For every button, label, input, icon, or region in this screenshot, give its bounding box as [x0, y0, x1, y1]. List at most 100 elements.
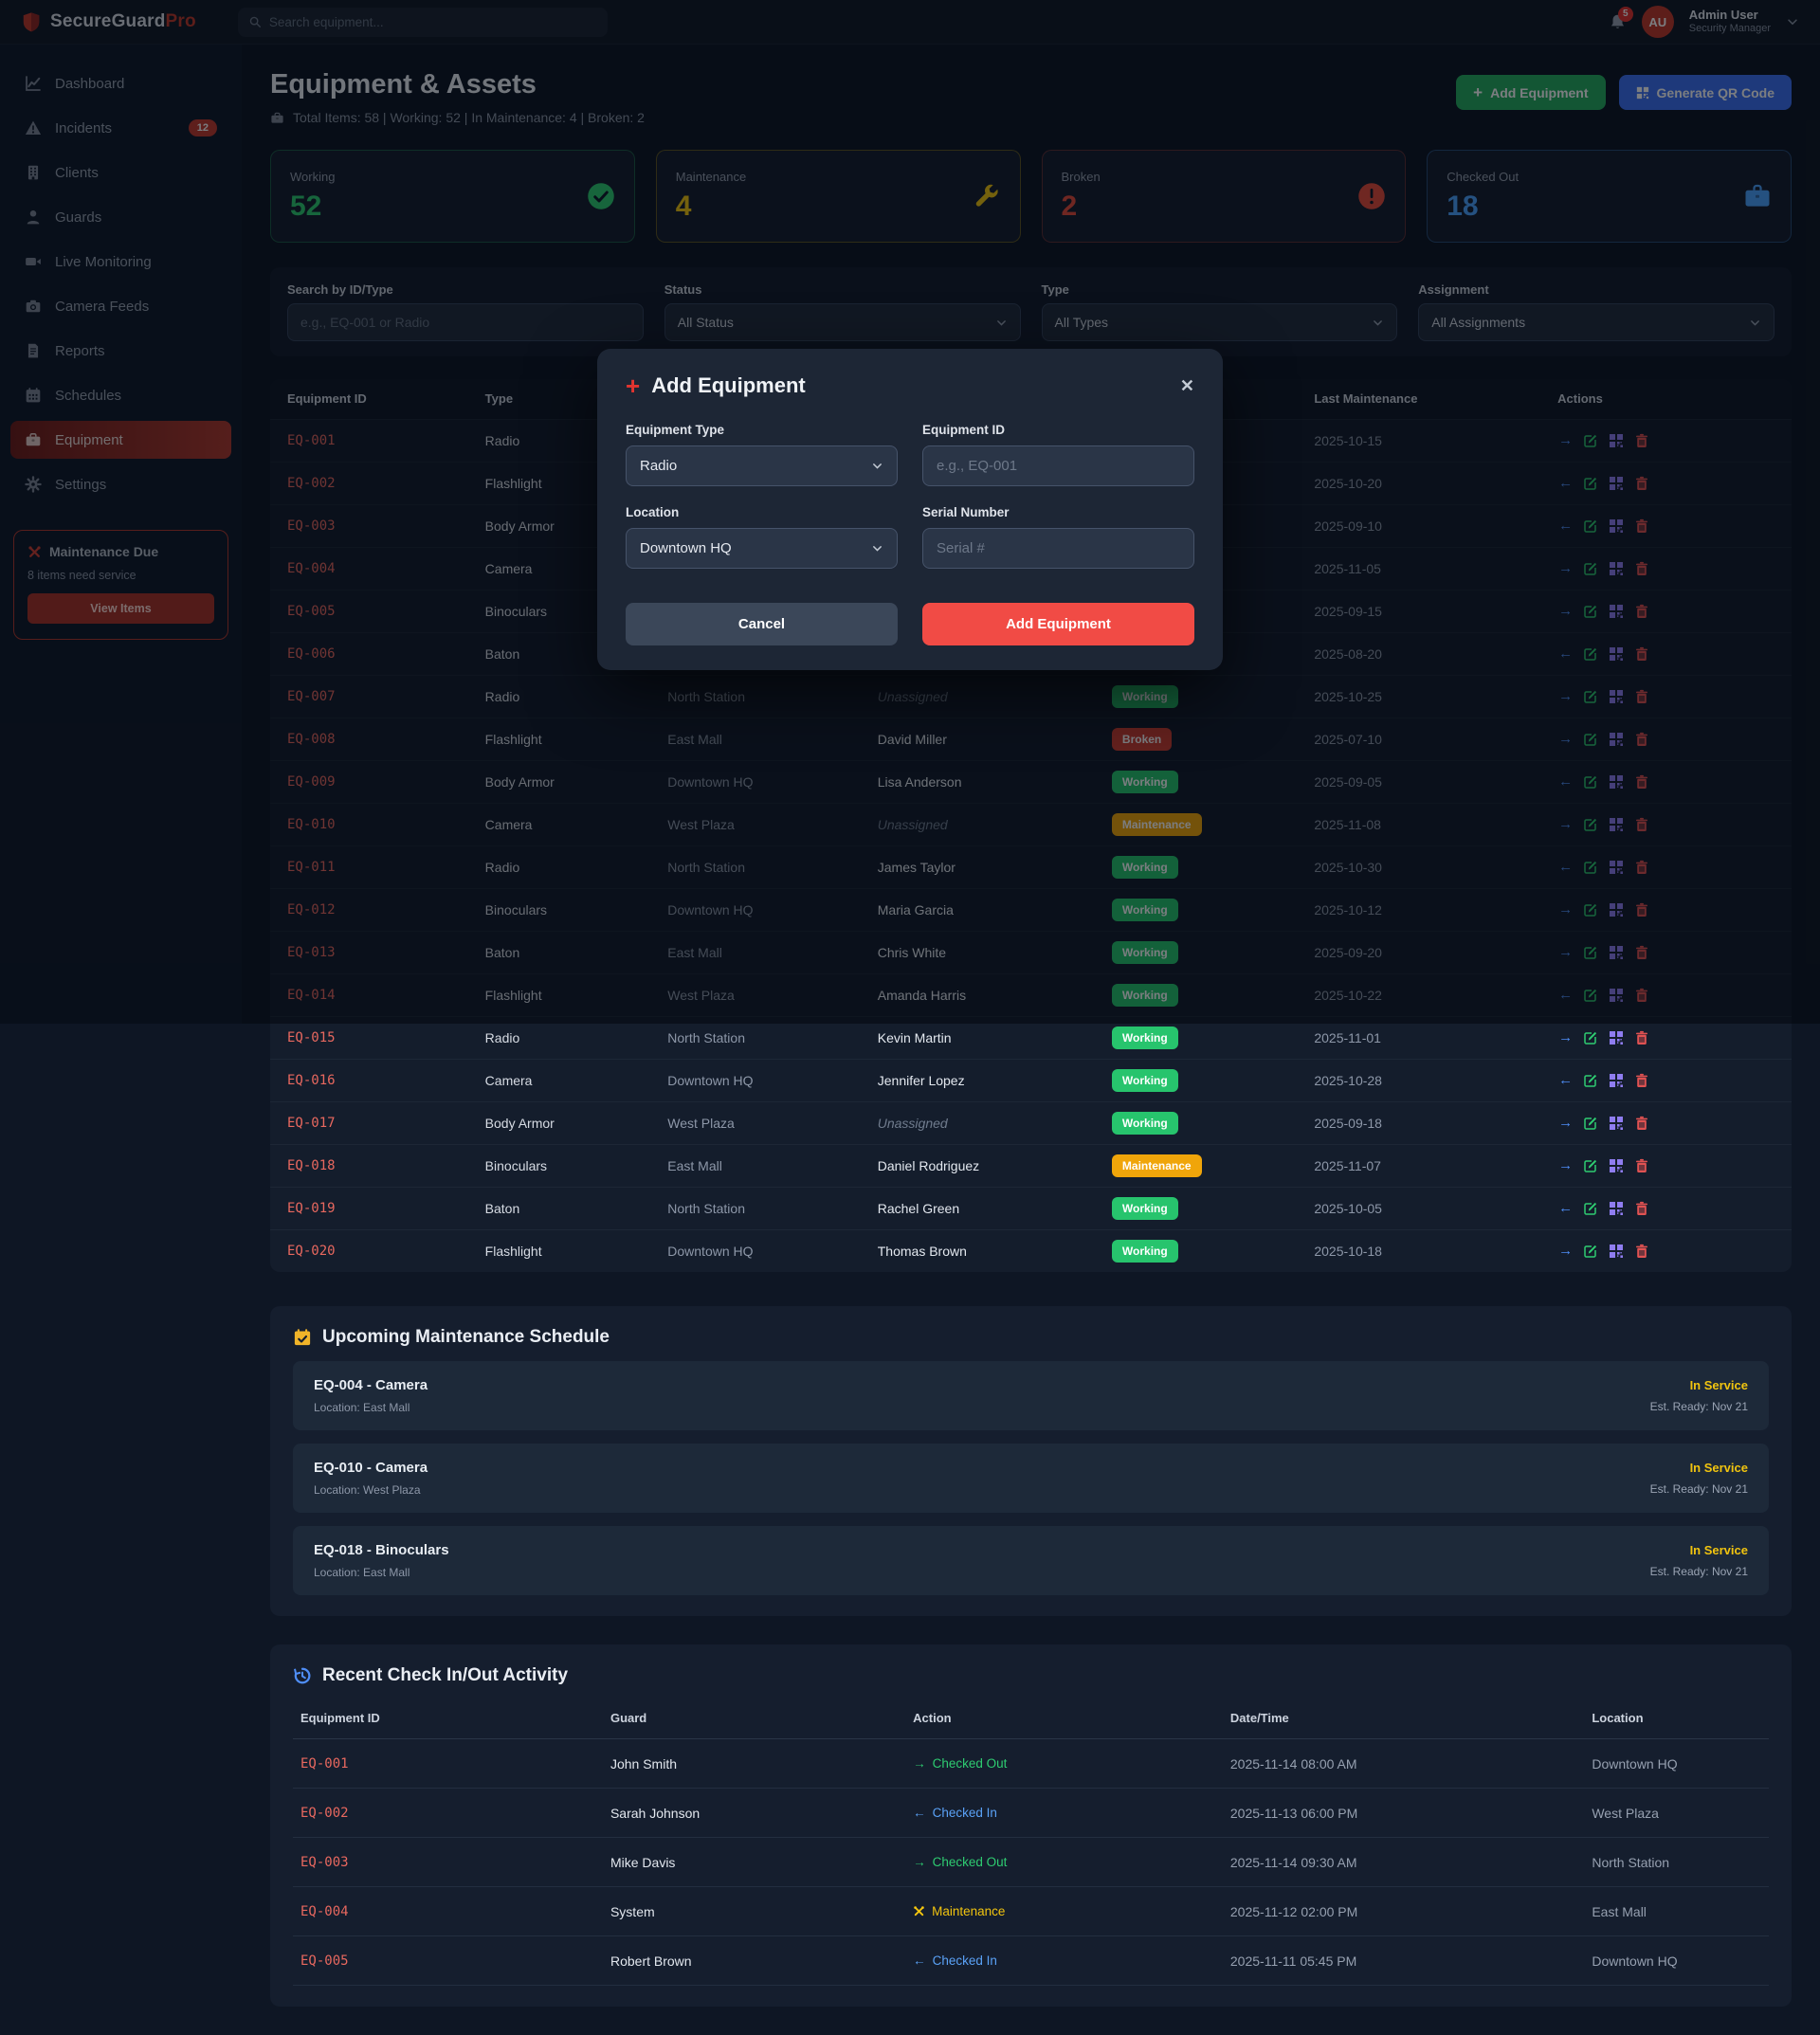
action-cell: ←Checked In [905, 1789, 1223, 1838]
status-cell: Working [1102, 1229, 1304, 1272]
serial-number-input[interactable] [922, 528, 1194, 569]
row-actions: → [1557, 1028, 1782, 1046]
trash-icon[interactable] [1633, 1115, 1650, 1132]
row-actions: → [1557, 1242, 1782, 1260]
activity-row[interactable]: EQ-001John Smith→Checked Out2025-11-14 0… [293, 1739, 1769, 1789]
trash-icon[interactable] [1633, 1157, 1650, 1174]
actions-cell: ← [1548, 1059, 1792, 1101]
activity-datetime: 2025-11-14 08:00 AM [1223, 1739, 1584, 1789]
activity-datetime: 2025-11-14 09:30 AM [1223, 1838, 1584, 1887]
check-in-arrow-icon[interactable]: ← [1557, 1071, 1574, 1089]
submit-add-equipment-button[interactable]: Add Equipment [922, 603, 1194, 645]
edit-icon[interactable] [1582, 1200, 1599, 1217]
equipment-id: EQ-016 [270, 1059, 476, 1101]
assigned-to: Jennifer Lopez [868, 1059, 1102, 1101]
activity-location: West Plaza [1584, 1789, 1769, 1838]
check-in-arrow-icon[interactable]: ← [1557, 1199, 1574, 1217]
activity-datetime: 2025-11-11 05:45 PM [1223, 1936, 1584, 1986]
guard-name: System [603, 1887, 905, 1936]
check-out-arrow-icon[interactable]: → [1557, 1028, 1574, 1046]
trash-icon[interactable] [1633, 1072, 1650, 1089]
column-header: Action [905, 1703, 1223, 1739]
qr-code-icon[interactable] [1608, 1157, 1625, 1174]
modal-form: Equipment Type Radio Equipment ID Locati… [626, 423, 1194, 569]
trash-icon[interactable] [1633, 1200, 1650, 1217]
edit-icon[interactable] [1582, 1029, 1599, 1046]
check-out-arrow-icon[interactable]: → [1557, 1114, 1574, 1132]
qr-code-icon[interactable] [1608, 1072, 1625, 1089]
column-header: Equipment ID [293, 1703, 603, 1739]
activity-table: Equipment IDGuardActionDate/TimeLocation… [293, 1703, 1769, 1986]
table-row[interactable]: EQ-016CameraDowntown HQJennifer LopezWor… [270, 1059, 1792, 1101]
equipment-id: EQ-020 [270, 1229, 476, 1272]
table-row[interactable]: EQ-019BatonNorth StationRachel GreenWork… [270, 1187, 1792, 1229]
activity-row[interactable]: EQ-002Sarah Johnson←Checked In2025-11-13… [293, 1789, 1769, 1838]
tools-icon [913, 1905, 925, 1917]
activity-location: North Station [1584, 1838, 1769, 1887]
last-maintenance-date: 2025-10-18 [1304, 1229, 1548, 1272]
equipment-id: EQ-004 [293, 1887, 603, 1936]
close-icon[interactable]: ✕ [1180, 376, 1194, 396]
edit-icon[interactable] [1582, 1157, 1599, 1174]
equipment-type-select[interactable]: Radio [626, 445, 898, 486]
edit-icon[interactable] [1582, 1072, 1599, 1089]
qr-code-icon[interactable] [1608, 1029, 1625, 1046]
activity-datetime: 2025-11-13 06:00 PM [1223, 1789, 1584, 1838]
arrow-right-icon: → [913, 1855, 926, 1869]
field-equipment-id: Equipment ID [922, 423, 1194, 486]
equipment-type: Flashlight [476, 1229, 659, 1272]
status-cell: Working [1102, 1101, 1304, 1144]
equipment-id: EQ-002 [293, 1789, 603, 1838]
maintenance-item-location: Location: East Mall [314, 1401, 428, 1414]
chevron-down-icon [871, 542, 883, 554]
table-row[interactable]: EQ-017Body ArmorWest PlazaUnassignedWork… [270, 1101, 1792, 1144]
activity-location: Downtown HQ [1584, 1936, 1769, 1986]
actions-cell: → [1548, 1144, 1792, 1187]
table-row[interactable]: EQ-020FlashlightDowntown HQThomas BrownW… [270, 1229, 1792, 1272]
equipment-location: East Mall [658, 1144, 867, 1187]
modal-header: + Add Equipment ✕ [626, 373, 1194, 398]
activity-row[interactable]: EQ-004SystemMaintenance2025-11-12 02:00 … [293, 1887, 1769, 1936]
trash-icon[interactable] [1633, 1029, 1650, 1046]
row-actions: ← [1557, 1071, 1782, 1089]
qr-code-icon[interactable] [1608, 1200, 1625, 1217]
qr-code-icon[interactable] [1608, 1243, 1625, 1260]
activity-row[interactable]: EQ-005Robert Brown←Checked In2025-11-11 … [293, 1936, 1769, 1986]
add-equipment-modal: + Add Equipment ✕ Equipment Type Radio E… [597, 349, 1223, 670]
activity-section: Recent Check In/Out Activity Equipment I… [270, 1644, 1792, 2007]
activity-row[interactable]: EQ-003Mike Davis→Checked Out2025-11-14 0… [293, 1838, 1769, 1887]
row-actions: → [1557, 1156, 1782, 1174]
equipment-id-label: Equipment ID [922, 423, 1194, 437]
qr-code-icon[interactable] [1608, 1115, 1625, 1132]
maintenance-item: EQ-004 - CameraLocation: East MallIn Ser… [293, 1361, 1769, 1430]
check-out-arrow-icon[interactable]: → [1557, 1242, 1574, 1260]
status-badge: Working [1112, 1240, 1178, 1263]
status-badge: Working [1112, 1112, 1178, 1135]
check-out-arrow-icon[interactable]: → [1557, 1156, 1574, 1174]
equipment-id: EQ-017 [270, 1101, 476, 1144]
modal-buttons: Cancel Add Equipment [626, 603, 1194, 645]
table-row[interactable]: EQ-018BinocularsEast MallDaniel Rodrigue… [270, 1144, 1792, 1187]
equipment-location: Downtown HQ [658, 1059, 867, 1101]
arrow-left-icon: ← [913, 1806, 926, 1820]
equipment-id: EQ-018 [270, 1144, 476, 1187]
last-maintenance-date: 2025-10-28 [1304, 1059, 1548, 1101]
last-maintenance-date: 2025-10-05 [1304, 1187, 1548, 1229]
edit-icon[interactable] [1582, 1115, 1599, 1132]
maintenance-item-location: Location: East Mall [314, 1566, 449, 1579]
assigned-to: Daniel Rodriguez [868, 1144, 1102, 1187]
maintenance-item-name: EQ-018 - Binoculars [314, 1542, 449, 1558]
arrow-left-icon: ← [913, 1953, 926, 1968]
maintenance-item-location: Location: West Plaza [314, 1483, 428, 1497]
row-actions: ← [1557, 1199, 1782, 1217]
equipment-id-input[interactable] [922, 445, 1194, 486]
status-badge: Maintenance [1112, 1154, 1202, 1177]
trash-icon[interactable] [1633, 1243, 1650, 1260]
activity-datetime: 2025-11-12 02:00 PM [1223, 1887, 1584, 1936]
modal-title: Add Equipment [651, 373, 806, 398]
edit-icon[interactable] [1582, 1243, 1599, 1260]
location-select[interactable]: Downtown HQ [626, 528, 898, 569]
column-header: Guard [603, 1703, 905, 1739]
action-cell: ←Checked In [905, 1936, 1223, 1986]
cancel-button[interactable]: Cancel [626, 603, 898, 645]
